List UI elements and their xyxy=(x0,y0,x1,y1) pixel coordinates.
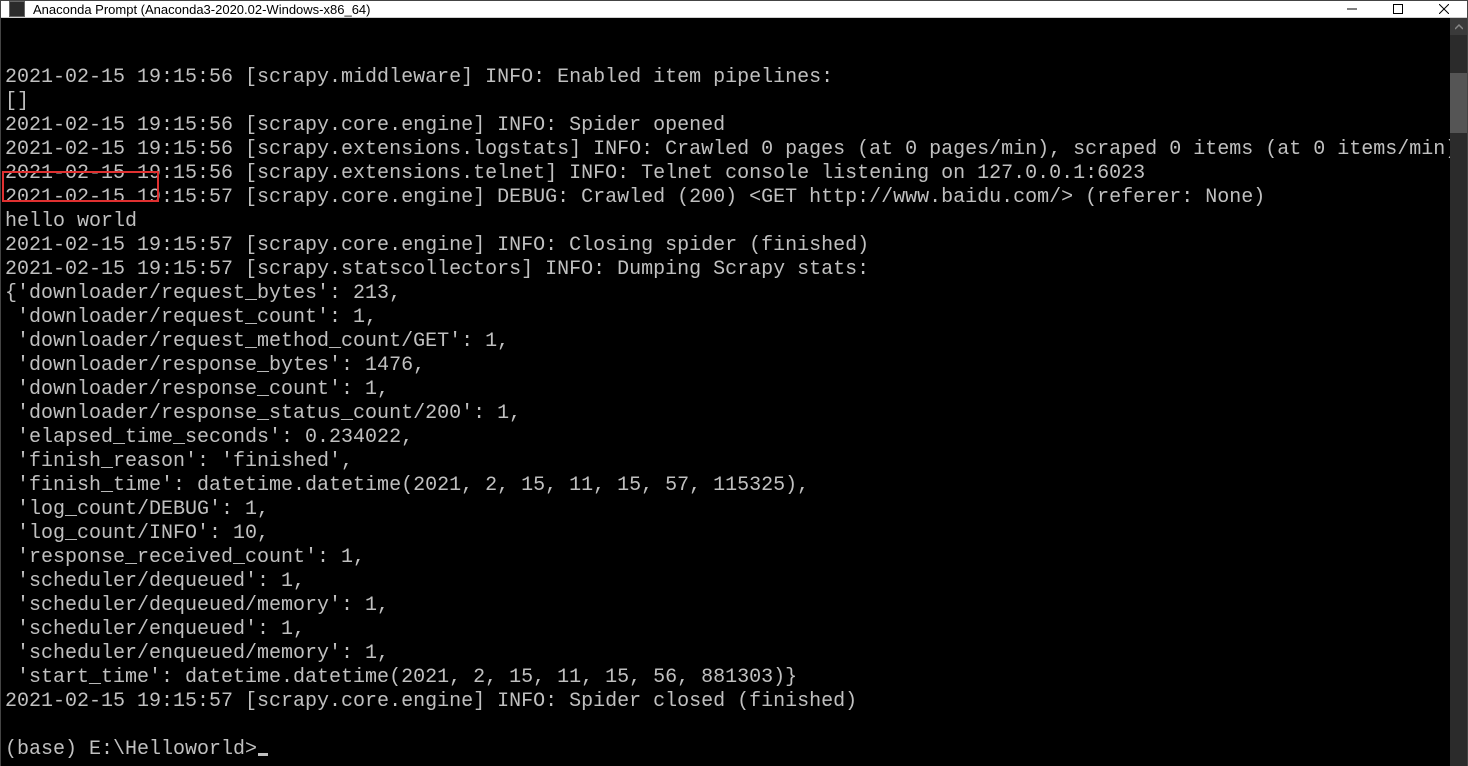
maximize-button[interactable] xyxy=(1375,1,1421,17)
cursor xyxy=(258,753,268,756)
minimize-icon xyxy=(1347,4,1357,14)
titlebar[interactable]: Anaconda Prompt (Anaconda3-2020.02-Windo… xyxy=(1,1,1467,18)
close-button[interactable] xyxy=(1421,1,1467,17)
scroll-thumb[interactable] xyxy=(1450,73,1467,133)
window-title: Anaconda Prompt (Anaconda3-2020.02-Windo… xyxy=(33,2,370,17)
terminal-area: 2021-02-15 19:15:56 [scrapy.middleware] … xyxy=(1,18,1467,766)
maximize-icon xyxy=(1393,4,1403,14)
titlebar-left: Anaconda Prompt (Anaconda3-2020.02-Windo… xyxy=(1,1,370,17)
scrollbar[interactable] xyxy=(1450,18,1467,766)
window: Anaconda Prompt (Anaconda3-2020.02-Windo… xyxy=(0,0,1468,766)
terminal-output: 2021-02-15 19:15:56 [scrapy.middleware] … xyxy=(5,66,1446,762)
app-icon xyxy=(9,1,25,17)
chevron-up-icon xyxy=(1455,23,1463,31)
minimize-button[interactable] xyxy=(1329,1,1375,17)
scroll-up-button[interactable] xyxy=(1450,18,1467,35)
close-icon xyxy=(1439,4,1449,14)
terminal[interactable]: 2021-02-15 19:15:56 [scrapy.middleware] … xyxy=(1,18,1450,766)
window-controls xyxy=(1329,1,1467,17)
